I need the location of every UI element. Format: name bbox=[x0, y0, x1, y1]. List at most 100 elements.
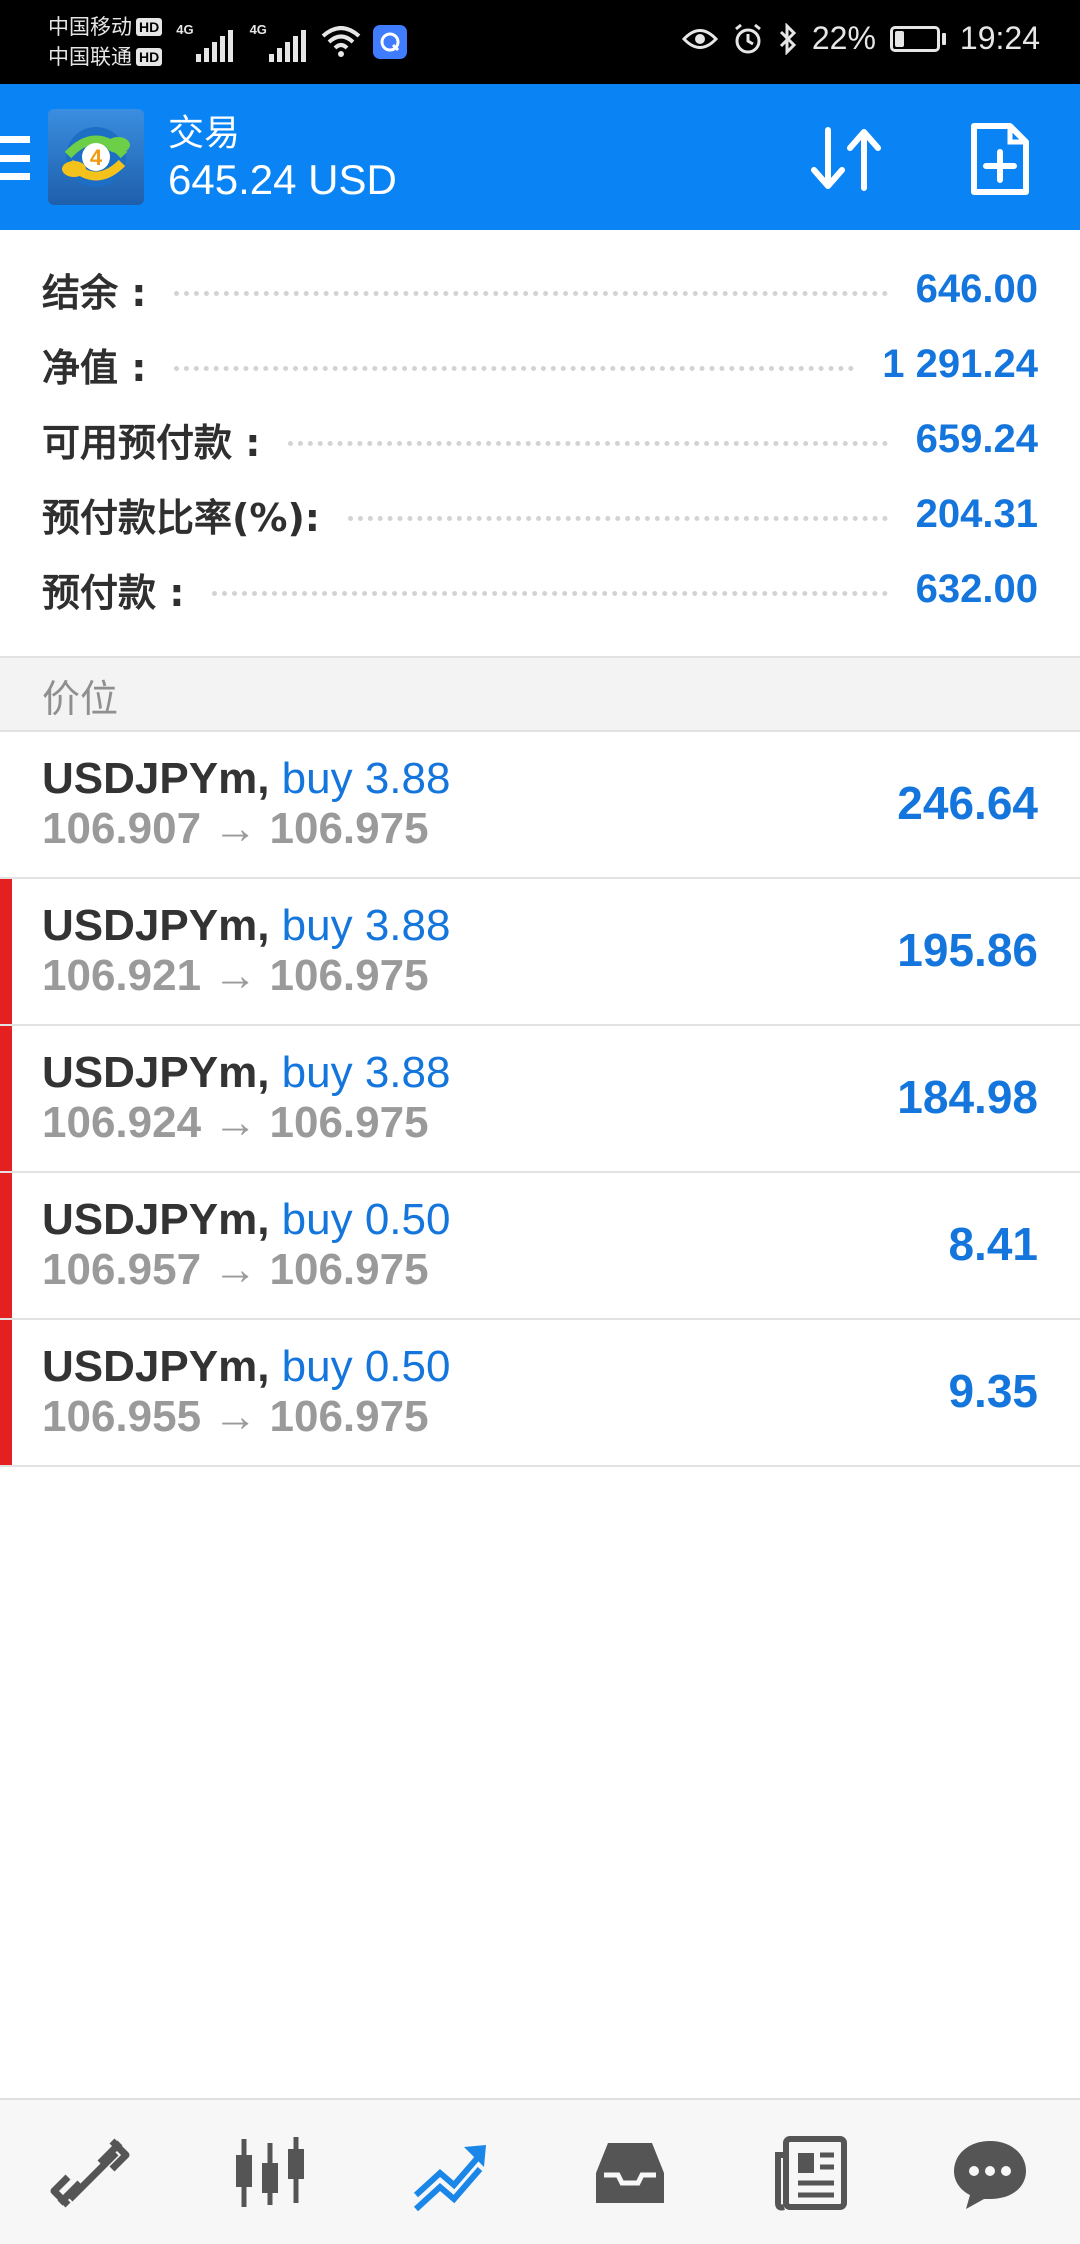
nav-chart[interactable] bbox=[180, 2100, 360, 2244]
eye-icon bbox=[681, 28, 718, 49]
battery-percent: 22% bbox=[811, 20, 876, 56]
position-side: buy 0.50 bbox=[281, 1195, 451, 1244]
positions-list: USDJPYm, buy 3.88 106.907 → 106.975 246.… bbox=[0, 732, 1080, 1467]
position-prices: 106.924 → 106.975 bbox=[42, 1098, 429, 1147]
signal-1-icon: 4G bbox=[176, 22, 235, 62]
nav-history[interactable] bbox=[540, 2100, 720, 2244]
position-symbol: USDJPYm, bbox=[42, 901, 270, 950]
dotted-leader bbox=[212, 590, 888, 596]
position-title: USDJPYm, buy 0.50 bbox=[42, 1195, 450, 1245]
chart-icon bbox=[236, 2137, 304, 2207]
new-order-icon[interactable] bbox=[970, 122, 1030, 196]
status-bar: 中国移动 HD 中国联通 HD 4G 4G 22% 19:24 bbox=[0, 0, 1080, 84]
positions-section-header: 价位 bbox=[0, 656, 1080, 732]
history-icon bbox=[596, 2143, 664, 2203]
position-side: buy 3.88 bbox=[281, 901, 451, 950]
nav-news[interactable] bbox=[720, 2100, 900, 2244]
position-side: buy 3.88 bbox=[281, 1048, 451, 1097]
position-profit: 9.35 bbox=[948, 1365, 1038, 1417]
metatrader-logo[interactable]: 4 bbox=[48, 109, 144, 205]
summary-value: 659.24 bbox=[915, 416, 1038, 461]
nav-chat[interactable] bbox=[900, 2100, 1080, 2244]
bottom-navigation bbox=[0, 2098, 1080, 2244]
notification-app-icon bbox=[372, 25, 407, 59]
position-side: buy 0.50 bbox=[281, 1342, 451, 1391]
position-title: USDJPYm, buy 3.88 bbox=[42, 901, 450, 951]
position-row[interactable]: USDJPYm, buy 3.88 106.924 → 106.975 184.… bbox=[0, 1026, 1080, 1173]
summary-value: 204.31 bbox=[915, 491, 1038, 536]
position-profit: 8.41 bbox=[948, 1218, 1038, 1270]
summary-row-free-margin: 可用预付款 : 659.24 bbox=[42, 402, 1038, 476]
signal-2-icon: 4G bbox=[250, 22, 309, 62]
summary-row-balance: 结余 : 646.00 bbox=[42, 252, 1038, 326]
position-row[interactable]: USDJPYm, buy 3.88 106.921 → 106.975 195.… bbox=[0, 879, 1080, 1026]
position-row[interactable]: USDJPYm, buy 0.50 106.955 → 106.975 9.35 bbox=[0, 1320, 1080, 1467]
network-label-2: 4G bbox=[249, 22, 267, 37]
position-title: USDJPYm, buy 0.50 bbox=[42, 1342, 450, 1392]
position-row[interactable]: USDJPYm, buy 0.50 106.957 → 106.975 8.41 bbox=[0, 1173, 1080, 1320]
summary-label: 预付款 : bbox=[42, 570, 185, 615]
sort-icon[interactable] bbox=[806, 124, 886, 194]
quotes-icon bbox=[50, 2138, 130, 2208]
dotted-leader bbox=[174, 365, 855, 371]
clock: 19:24 bbox=[959, 20, 1040, 56]
position-profit: 246.64 bbox=[897, 777, 1038, 829]
position-title: USDJPYm, buy 3.88 bbox=[42, 1048, 450, 1098]
summary-value: 646.00 bbox=[915, 266, 1038, 311]
app-header: 4 交易 645.24 USD bbox=[0, 84, 1080, 230]
position-prices: 106.921 → 106.975 bbox=[42, 951, 429, 1000]
news-icon bbox=[775, 2136, 847, 2211]
account-summary: 结余 : 646.00 净值 : 1 291.24 可用预付款 : 659.24… bbox=[0, 230, 1080, 656]
position-prices: 106.955 → 106.975 bbox=[42, 1392, 429, 1441]
position-marker bbox=[0, 879, 12, 1024]
carrier-1: 中国移动 bbox=[48, 15, 132, 39]
dotted-leader bbox=[348, 515, 888, 521]
hd-badge-1: HD bbox=[136, 18, 163, 36]
trade-icon bbox=[413, 2145, 486, 2212]
position-title: USDJPYm, buy 3.88 bbox=[42, 754, 450, 804]
carrier-line-1: 中国移动 HD bbox=[48, 12, 163, 42]
carrier-line-2: 中国联通 HD bbox=[48, 42, 163, 72]
position-profit: 195.86 bbox=[897, 924, 1038, 976]
position-prices: 106.907 → 106.975 bbox=[42, 804, 429, 853]
logo-number: 4 bbox=[90, 145, 103, 170]
summary-row-margin: 预付款 : 632.00 bbox=[42, 552, 1038, 626]
alarm-icon bbox=[734, 23, 761, 53]
hd-badge-2: HD bbox=[136, 48, 163, 66]
dotted-leader bbox=[288, 440, 888, 446]
position-marker bbox=[0, 1320, 12, 1465]
network-label-1: 4G bbox=[176, 22, 194, 37]
carrier-2: 中国联通 bbox=[48, 45, 132, 69]
position-marker bbox=[0, 1026, 12, 1171]
section-title: 价位 bbox=[42, 677, 119, 721]
chat-icon bbox=[954, 2141, 1026, 2209]
battery-icon bbox=[889, 25, 946, 52]
account-balance-header: 645.24 USD bbox=[168, 156, 397, 203]
page-title: 交易 bbox=[168, 113, 241, 154]
position-symbol: USDJPYm, bbox=[42, 1195, 270, 1244]
position-marker bbox=[0, 1173, 12, 1318]
dotted-leader bbox=[174, 290, 888, 296]
position-symbol: USDJPYm, bbox=[42, 1048, 270, 1097]
summary-row-margin-level: 预付款比率(%): 204.31 bbox=[42, 477, 1038, 551]
position-row[interactable]: USDJPYm, buy 3.88 106.907 → 106.975 246.… bbox=[0, 732, 1080, 879]
metatrader-logo-icon: 4 bbox=[62, 127, 130, 187]
position-symbol: USDJPYm, bbox=[42, 1342, 270, 1391]
status-right: 22% 19:24 bbox=[681, 20, 1040, 57]
carrier-info: 中国移动 HD 中国联通 HD bbox=[48, 12, 163, 72]
summary-label: 净值 : bbox=[42, 345, 147, 390]
position-prices: 106.957 → 106.975 bbox=[42, 1245, 429, 1294]
position-side: buy 3.88 bbox=[281, 754, 451, 803]
summary-row-equity: 净值 : 1 291.24 bbox=[42, 327, 1038, 401]
summary-label: 预付款比率(%): bbox=[42, 495, 321, 540]
nav-quotes[interactable] bbox=[0, 2100, 180, 2244]
menu-button[interactable] bbox=[0, 136, 30, 180]
wifi-icon bbox=[321, 26, 361, 57]
position-symbol: USDJPYm, bbox=[42, 754, 270, 803]
summary-value: 1 291.24 bbox=[882, 341, 1038, 386]
bluetooth-icon bbox=[779, 22, 796, 55]
nav-trade[interactable] bbox=[360, 2100, 540, 2244]
status-left: 中国移动 HD 中国联通 HD 4G 4G bbox=[48, 12, 407, 72]
summary-value: 632.00 bbox=[915, 566, 1038, 611]
summary-label: 可用预付款 : bbox=[42, 420, 261, 465]
